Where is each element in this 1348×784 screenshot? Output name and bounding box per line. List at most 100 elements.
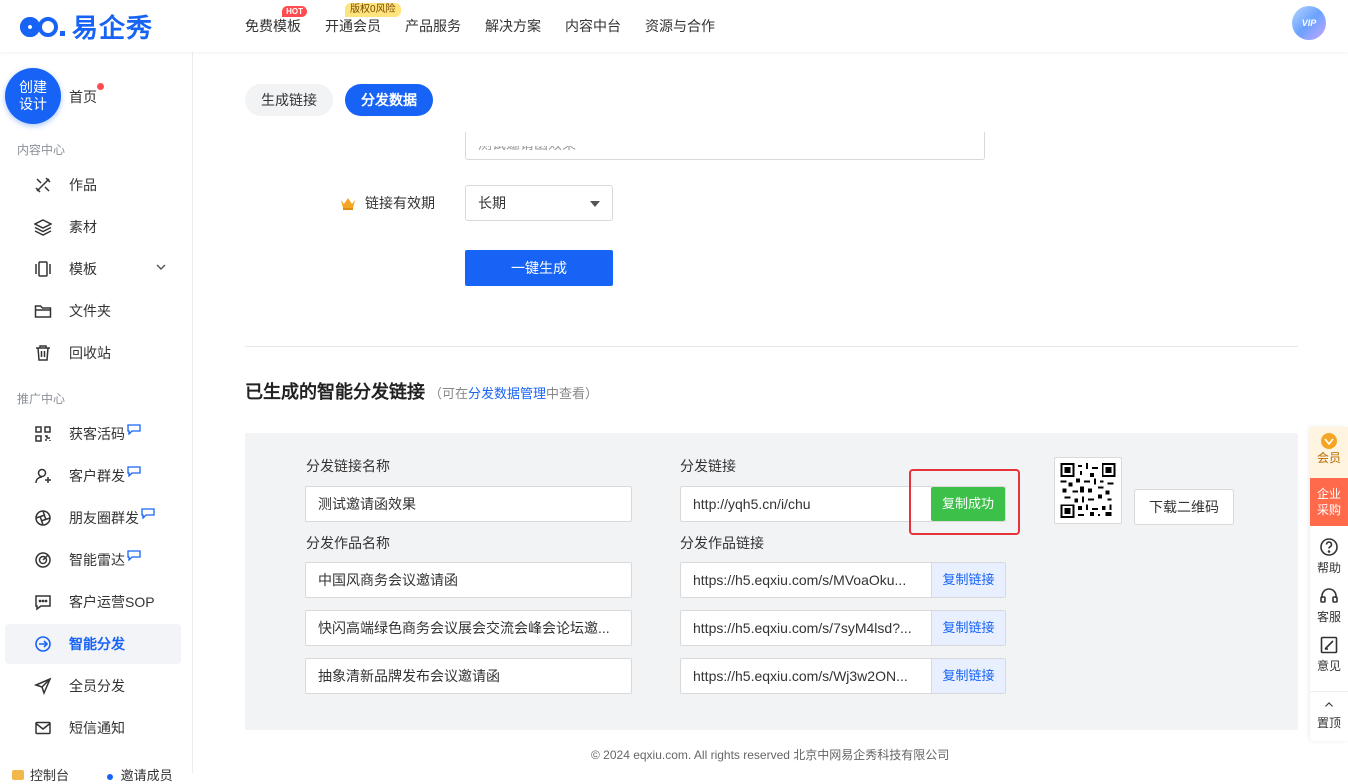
validity-select[interactable]: 长期: [465, 185, 613, 221]
crown-icon: [341, 198, 355, 210]
main-nav: 免费模板 HOT 开通会员 版权0风险 产品服务 解决方案 内容中台 资源与合作: [245, 0, 739, 52]
nav-solutions[interactable]: 解决方案: [485, 4, 541, 48]
hint-suffix: 中查看）: [546, 386, 599, 401]
nav-resources[interactable]: 资源与合作: [645, 4, 715, 48]
section-promo-title: 推广中心: [17, 392, 66, 406]
vip-crown-icon: [1321, 433, 1337, 449]
sidebar-item-sms-notice[interactable]: 短信通知: [5, 708, 181, 748]
copy-link-button[interactable]: 复制链接: [931, 611, 1005, 645]
chat-bubble-icon: [141, 508, 155, 519]
sidebar-item-label: 全员分发: [69, 678, 125, 694]
create-label-2: 设计: [19, 96, 47, 112]
help-icon: [1320, 538, 1338, 556]
float-service-button[interactable]: 客服: [1310, 580, 1348, 628]
results-title: 已生成的智能分发链接 （可在分发数据管理中查看）: [245, 378, 598, 404]
console-icon: [12, 770, 24, 780]
copy-link-button[interactable]: 复制链接: [931, 563, 1005, 597]
nav-free-templates-label: 免费模板: [245, 18, 301, 34]
link-name-value: 测试邀请函效果: [478, 136, 576, 152]
edit-icon: [1320, 636, 1338, 654]
float-enterprise-purchase-button[interactable]: 企业 采购: [1310, 478, 1348, 526]
folder-icon: [33, 301, 53, 321]
sidebar-item-moments-broadcast[interactable]: 朋友圈群发: [5, 498, 181, 538]
brand-name: 易企秀: [72, 14, 154, 44]
nav-membership-label: 开通会员: [325, 18, 381, 34]
sidebar-item-label: 客户群发: [69, 468, 125, 484]
sidebar-item-trash[interactable]: 回收站: [5, 333, 181, 373]
sidebar-item-templates[interactable]: 模板: [5, 249, 181, 289]
float-help-button[interactable]: 帮助: [1310, 531, 1348, 579]
float-back-top-button[interactable]: 置顶: [1310, 691, 1348, 739]
sidebar-item-smart-radar[interactable]: 智能雷达: [5, 540, 181, 580]
sidebar-item-customer-sop[interactable]: 客户运营SOP: [5, 582, 181, 622]
tab-bar: 生成链接 分发数据: [245, 84, 433, 116]
validity-label-text: 链接有效期: [365, 195, 435, 211]
sidebar-item-label: 作品: [69, 177, 97, 193]
work-name-field[interactable]: 抽象清新品牌发布会议邀请函: [305, 658, 632, 694]
chevron-up-icon: [1325, 702, 1333, 707]
trash-icon: [33, 343, 53, 363]
sidebar-item-label: 文件夹: [69, 303, 111, 319]
logo[interactable]: 易企秀: [16, 8, 153, 45]
sidebar-item-label: 获客活码: [69, 426, 125, 442]
nav-content-hub[interactable]: 内容中台: [565, 4, 621, 48]
tab-distribution-data[interactable]: 分发数据: [345, 84, 433, 116]
work-name-field[interactable]: 中国风商务会议邀请函: [305, 562, 632, 598]
top-navbar: 易企秀 免费模板 HOT 开通会员 版权0风险 产品服务 解决方案 内容中台 资…: [0, 0, 1348, 52]
link-name-input-partial[interactable]: 测试邀请函效果: [465, 132, 985, 160]
sidebar-item-folder[interactable]: 文件夹: [5, 291, 181, 331]
sidebar-item-home[interactable]: 首页: [69, 87, 97, 107]
sidebar-item-smart-distribution[interactable]: 智能分发: [5, 624, 181, 664]
copy-link-button[interactable]: 复制链接: [931, 659, 1005, 693]
sidebar-item-all-staff-distribution[interactable]: 全员分发: [5, 666, 181, 706]
float-feedback-button[interactable]: 意见: [1310, 629, 1348, 677]
validity-label: 链接有效期: [339, 193, 435, 213]
float-vip-button[interactable]: 会员: [1310, 427, 1348, 478]
generate-button[interactable]: 一键生成: [465, 250, 613, 286]
tab-generate-link[interactable]: 生成链接: [245, 84, 333, 116]
link-name-label: 分发链接名称: [306, 458, 390, 474]
aperture-icon: [33, 508, 53, 528]
sidebar-item-customer-broadcast[interactable]: 客户群发: [5, 456, 181, 496]
sidebar-item-works[interactable]: 作品: [5, 165, 181, 205]
invite-label: 邀请成员: [120, 768, 173, 783]
works-link-label: 分发作品链接: [680, 535, 764, 551]
works-name-label: 分发作品名称: [306, 535, 390, 551]
qr-code: [1054, 457, 1122, 524]
sidebar-item-label: 智能雷达: [69, 552, 125, 568]
nav-free-templates[interactable]: 免费模板 HOT: [245, 4, 307, 48]
user-avatar[interactable]: VIP: [1292, 6, 1326, 40]
vip-badge: VIP: [1301, 18, 1317, 28]
sidebar-bottom-console[interactable]: 控制台 邀请成员: [12, 765, 173, 784]
sidebar-item-label: 朋友圈群发: [69, 510, 139, 526]
link-name-field[interactable]: 测试邀请函效果: [305, 486, 632, 522]
highlight-box: [909, 469, 1020, 535]
chat-bubble-icon: [127, 424, 141, 435]
section-divider: [245, 346, 1298, 347]
sidebar-item-lead-qrcode[interactable]: 获客活码: [5, 414, 181, 454]
nav-membership[interactable]: 开通会员 版权0风险: [325, 3, 401, 48]
create-design-button[interactable]: 创建 设计: [5, 68, 61, 124]
console-label: 控制台: [30, 768, 70, 783]
qrcode-image: [1060, 463, 1116, 518]
float-toolbar: 会员 企业 采购 帮助 客服 意见 置顶: [1310, 427, 1348, 741]
nav-products[interactable]: 产品服务: [405, 4, 461, 48]
download-qrcode-button[interactable]: 下载二维码: [1134, 489, 1234, 525]
float-service-label: 客服: [1316, 610, 1341, 624]
create-label-1: 创建: [19, 79, 47, 95]
footer-copyright: © 2024 eqxiu.com. All rights reserved 北京…: [591, 748, 950, 762]
chat-icon: [33, 592, 53, 612]
distribution-data-link[interactable]: 分发数据管理: [468, 386, 546, 401]
user-icon: [33, 466, 53, 486]
layers-icon: [33, 217, 53, 237]
caret-down-icon: [590, 201, 600, 207]
mail-icon: [33, 718, 53, 738]
float-help-label: 帮助: [1316, 561, 1341, 575]
sidebar-item-label: 素材: [69, 219, 97, 235]
float-buy-label-2: 采购: [1316, 503, 1341, 517]
sidebar-item-materials[interactable]: 素材: [5, 207, 181, 247]
hot-badge: HOT: [282, 6, 307, 17]
work-name-field[interactable]: 快闪高端绿色商务会议展会交流会峰会论坛邀...: [305, 610, 632, 646]
logo-icon: [20, 16, 65, 37]
template-icon: [33, 259, 53, 279]
